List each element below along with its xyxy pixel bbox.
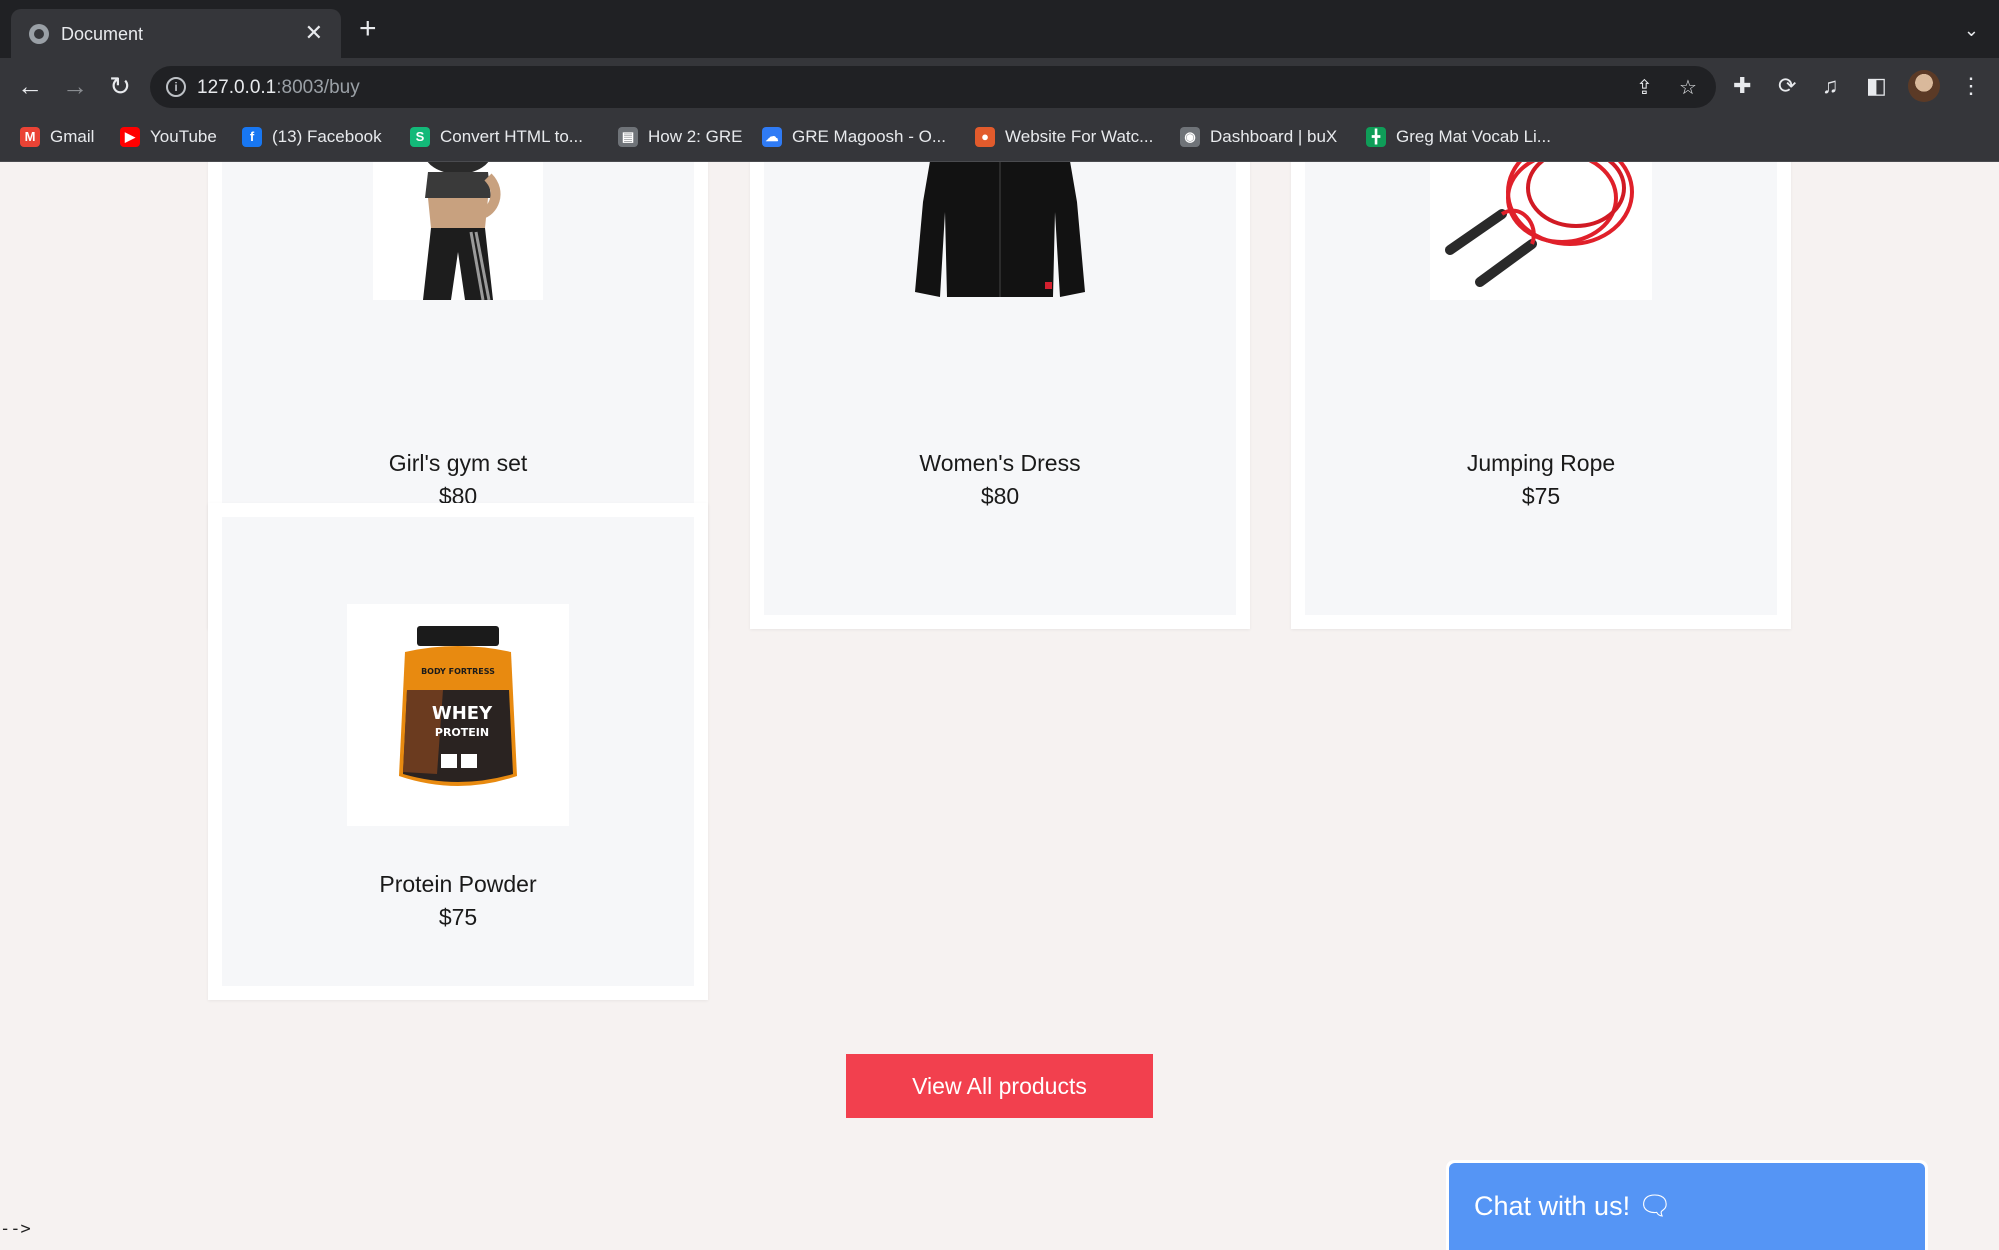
bookmark-item[interactable]: ◉ Dashboard | buX bbox=[1180, 127, 1337, 147]
tub-brand-text: BODY FORTRESS bbox=[421, 667, 495, 676]
product-card[interactable]: BODY FORTRESS WHEY PROTEIN Protein Powde… bbox=[208, 503, 708, 1000]
product-price: $80 bbox=[980, 483, 1020, 509]
dashboard-icon: ◉ bbox=[1180, 127, 1200, 147]
chat-widget[interactable]: Chat with us! 🗨 bbox=[1446, 1160, 1928, 1250]
bookmark-item[interactable]: ● Website For Watc... bbox=[975, 127, 1153, 147]
tab-search-icon[interactable]: ⌄ bbox=[1964, 20, 1979, 41]
tab-title: Document bbox=[61, 24, 144, 44]
browser-tab-strip: Document ✕ + ⌄ bbox=[0, 0, 1999, 58]
page-viewport: Girl's gym set $80 Women's Dress $80 Jum… bbox=[0, 162, 1999, 1250]
close-tab-icon[interactable]: ✕ bbox=[305, 20, 323, 46]
extensions-icon[interactable]: ✚ bbox=[1733, 71, 1751, 101]
side-panel-icon[interactable]: ◧ bbox=[1866, 71, 1887, 101]
new-tab-button[interactable]: + bbox=[359, 14, 377, 44]
forward-icon[interactable]: → bbox=[60, 71, 90, 101]
product-image bbox=[1430, 162, 1652, 300]
bookmark-item[interactable]: ▶ YouTube bbox=[120, 127, 217, 147]
share-icon[interactable]: ⇪ bbox=[1636, 75, 1653, 100]
bookmark-label: Greg Mat Vocab Li... bbox=[1396, 127, 1551, 146]
bookmark-label: (13) Facebook bbox=[272, 127, 382, 146]
cloud-icon: ☁ bbox=[762, 127, 782, 147]
product-image: BODY FORTRESS WHEY PROTEIN bbox=[347, 604, 569, 826]
bookmark-label: Gmail bbox=[50, 127, 95, 146]
product-image bbox=[895, 162, 1105, 300]
chat-button[interactable]: Chat with us! 🗨 bbox=[1449, 1163, 1925, 1250]
view-all-products-button[interactable]: View All products bbox=[846, 1054, 1153, 1118]
media-control-icon[interactable]: ♫ bbox=[1822, 71, 1839, 101]
bookmark-item[interactable]: ╋ Greg Mat Vocab Li... bbox=[1366, 127, 1551, 147]
product-name: Girl's gym set bbox=[388, 450, 528, 476]
bookmark-star-icon[interactable]: ☆ bbox=[1679, 75, 1697, 100]
globe-icon bbox=[29, 24, 49, 44]
product-price: $75 bbox=[1521, 483, 1561, 509]
bookmarks-bar: M Gmail ▶ YouTube f (13) Facebook S Convert HTM… bbox=[0, 115, 1999, 162]
address-bar[interactable]: i 127.0.0.1:8003/buy ⇪ ☆ bbox=[150, 66, 1716, 108]
url-text[interactable]: 127.0.0.1:8003/buy bbox=[197, 77, 360, 99]
product-name: Protein Powder bbox=[379, 871, 537, 897]
bookmark-item[interactable]: f (13) Facebook bbox=[242, 127, 382, 147]
product-card[interactable]: Jumping Rope $75 bbox=[1291, 162, 1791, 629]
youtube-icon: ▶ bbox=[120, 127, 140, 147]
product-price: $75 bbox=[438, 904, 478, 930]
bookmark-item[interactable]: ☁ GRE Magoosh - O... bbox=[762, 127, 946, 147]
bookmark-label: Convert HTML to... bbox=[440, 127, 583, 146]
bookmark-item[interactable]: ▤ How 2: GRE bbox=[618, 127, 742, 147]
reload-icon[interactable]: ↻ bbox=[105, 71, 135, 101]
browser-tab[interactable]: Document ✕ bbox=[11, 9, 341, 58]
tub-protein-text: PROTEIN bbox=[435, 726, 489, 739]
chat-label: Chat with us! 🗨 bbox=[1474, 1191, 1672, 1221]
back-icon[interactable]: ← bbox=[15, 71, 45, 101]
bookmark-item[interactable]: M Gmail bbox=[20, 127, 94, 147]
bookmark-label: Website For Watc... bbox=[1005, 127, 1154, 146]
website-icon: ● bbox=[975, 127, 995, 147]
stray-text: --> bbox=[0, 1219, 31, 1239]
product-name: Jumping Rope bbox=[1466, 450, 1616, 476]
product-image bbox=[373, 162, 543, 300]
site-info-icon[interactable]: i bbox=[166, 77, 186, 97]
bookmark-label: GRE Magoosh - O... bbox=[792, 127, 946, 146]
bookmark-label: How 2: GRE bbox=[648, 127, 743, 146]
facebook-icon: f bbox=[242, 127, 262, 147]
extension-icon[interactable]: ⟳ bbox=[1778, 71, 1796, 101]
document-icon: ▤ bbox=[618, 127, 638, 147]
sheets-icon: ╋ bbox=[1366, 127, 1386, 147]
browser-toolbar: ← → ↻ i 127.0.0.1:8003/buy ⇪ ☆ ✚ ⟳ ♫ ◧ ⋮ bbox=[0, 58, 1999, 115]
product-name: Women's Dress bbox=[919, 450, 1081, 476]
more-menu-icon[interactable]: ⋮ bbox=[1960, 71, 1982, 101]
tub-whey-text: WHEY bbox=[432, 703, 493, 724]
bookmark-label: YouTube bbox=[150, 127, 217, 146]
convert-icon: S bbox=[410, 127, 430, 147]
bookmark-label: Dashboard | buX bbox=[1210, 127, 1338, 146]
gmail-icon: M bbox=[20, 127, 40, 147]
bookmark-item[interactable]: S Convert HTML to... bbox=[410, 127, 583, 147]
profile-avatar[interactable] bbox=[1908, 70, 1940, 102]
product-card[interactable]: Women's Dress $80 bbox=[750, 162, 1250, 629]
